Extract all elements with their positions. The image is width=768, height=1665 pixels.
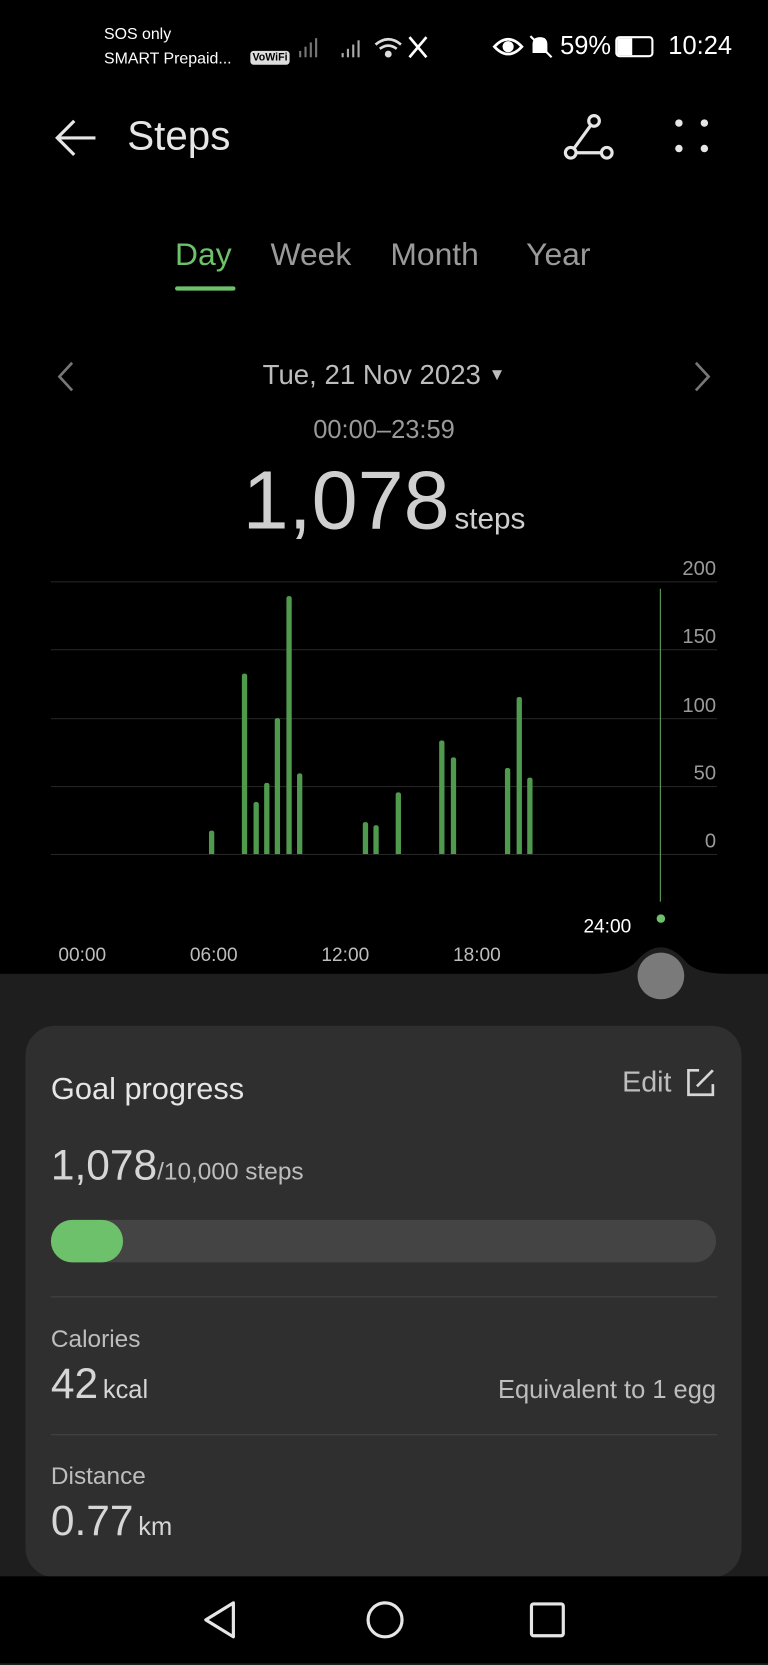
calories-unit: kcal (102, 1375, 149, 1405)
chart-bar (439, 740, 445, 854)
x-app-icon (408, 36, 428, 59)
edit-icon (687, 1068, 715, 1096)
calories-equivalent: Equivalent to 1 egg (498, 1375, 717, 1405)
signal-wifi-icons (299, 36, 428, 59)
chart-bar (296, 773, 303, 854)
gridline (50, 581, 718, 583)
edit-label: Edit (622, 1066, 672, 1098)
y-tick-label: 100 (682, 694, 717, 718)
goal-steps: 1,078/10,000 steps (51, 1142, 304, 1190)
y-tick-label: 0 (704, 830, 717, 853)
chart-bar (285, 596, 292, 854)
calories-number: 42 (50, 1361, 99, 1408)
gridline (50, 718, 718, 720)
total-steps-unit: steps (454, 501, 526, 535)
chart-bar (209, 830, 215, 854)
gridline (50, 786, 718, 788)
total-steps: 1,078 steps (0, 452, 768, 549)
battery-percent: 59% (560, 31, 612, 61)
signal-icon (299, 38, 318, 58)
gridline (50, 649, 718, 651)
chart-bar (263, 783, 270, 854)
y-tick-label: 150 (682, 625, 717, 649)
eye-icon (492, 37, 524, 56)
chart-bar (373, 825, 379, 854)
carrier-line-1: SOS only (103, 25, 172, 44)
y-tick-label: 200 (682, 557, 717, 581)
steps-screen: SOS only SMART Prepaid... VoWiFi 59% 10:… (0, 0, 768, 1665)
y-tick-label: 50 (693, 762, 717, 785)
vowifi-badge: VoWiFi (250, 50, 290, 65)
wifi-icon (374, 37, 402, 58)
goal-target: /10,000 steps (157, 1157, 304, 1185)
chart-bar (527, 777, 533, 854)
chart-bar (253, 802, 259, 854)
signal-icon (341, 40, 360, 58)
share-icon[interactable] (562, 112, 615, 161)
dropdown-caret-icon: ▼ (488, 365, 506, 385)
calories-value: 42 kcal (51, 1361, 148, 1409)
page-title: Steps (127, 114, 231, 160)
divider (50, 1434, 718, 1436)
back-arrow-icon[interactable] (53, 117, 100, 159)
calories-label: Calories (50, 1324, 141, 1353)
time-cursor-line (659, 588, 661, 902)
edit-goal-button[interactable]: Edit (622, 1066, 716, 1099)
goal-current: 1,078 (50, 1142, 158, 1190)
bell-off-icon (529, 35, 553, 59)
distance-label: Distance (50, 1461, 146, 1490)
chart-bar (362, 822, 368, 854)
home-icon[interactable] (365, 1600, 405, 1640)
chart-bar (516, 697, 522, 854)
divider (50, 1296, 718, 1298)
tab-day[interactable]: Day (175, 238, 232, 274)
chart-bar (395, 792, 401, 854)
distance-value: 0.77 km (51, 1498, 172, 1546)
time-range: 00:00–23:59 (313, 415, 455, 445)
more-icon[interactable] (673, 117, 711, 155)
distance-unit: km (138, 1512, 173, 1542)
distance-number: 0.77 (50, 1497, 134, 1545)
date-label: Tue, 21 Nov 2023 (262, 358, 481, 391)
carrier-line-2: SMART Prepaid... (103, 49, 232, 68)
eye-bell-icons (492, 35, 553, 59)
chart-bar (274, 717, 281, 854)
goal-card: Goal progress Edit 1,078/10,000 steps Ca… (25, 1025, 742, 1578)
clock: 10:24 (668, 31, 733, 61)
time-slider-handle[interactable] (637, 952, 685, 1000)
battery-icon (615, 36, 654, 58)
cursor-dot (656, 914, 666, 923)
goal-progress-bar (50, 1219, 717, 1263)
goal-title: Goal progress (50, 1072, 245, 1107)
tab-week[interactable]: Week (271, 238, 352, 274)
chart-bar (450, 757, 456, 854)
chart-bar (242, 674, 248, 854)
date-picker[interactable]: Tue, 21 Nov 2023 ▼ (0, 359, 768, 392)
next-day-icon[interactable] (692, 361, 713, 393)
chart-bar (505, 768, 511, 854)
tab-month[interactable]: Month (390, 238, 478, 274)
recents-icon[interactable] (528, 1600, 566, 1640)
tab-indicator (175, 286, 236, 291)
goal-progress-fill (50, 1219, 123, 1263)
gridline (50, 853, 718, 856)
back-icon[interactable] (202, 1600, 240, 1640)
total-steps-value: 1,078 (242, 452, 450, 547)
tab-year[interactable]: Year (526, 238, 590, 274)
